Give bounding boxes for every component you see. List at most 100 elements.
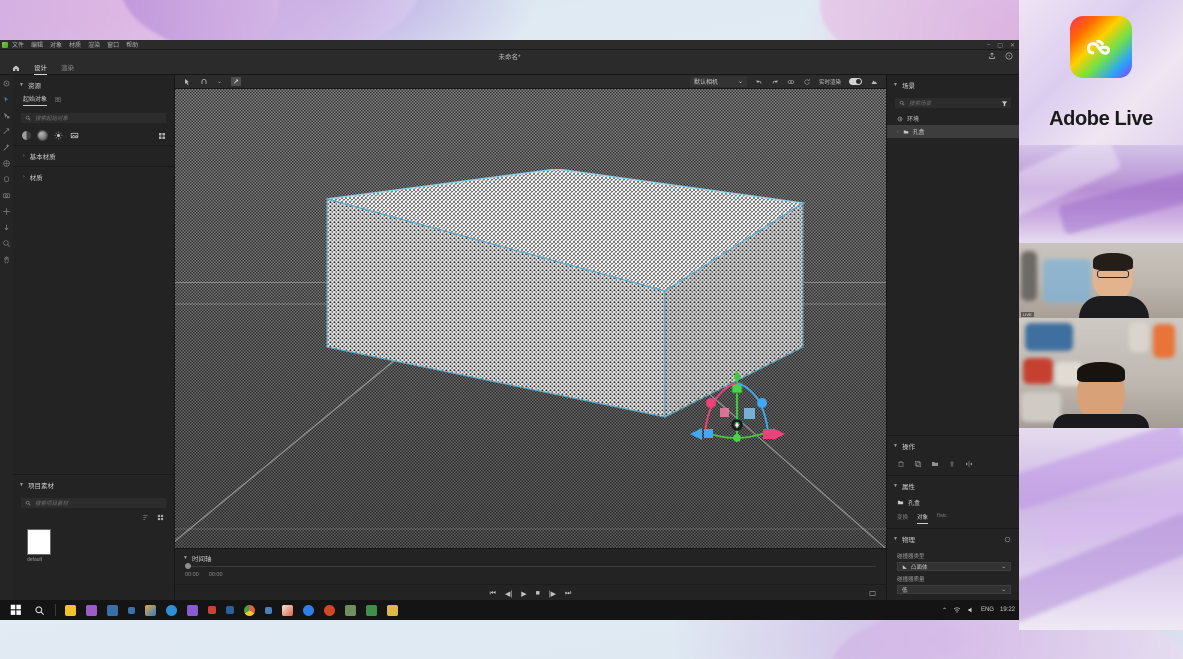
scale-tool-icon[interactable] (2, 127, 11, 136)
magnet-snap-icon[interactable] (200, 78, 208, 86)
taskbar-app-adobe-indesign[interactable] (282, 604, 293, 616)
align-icon[interactable] (948, 460, 956, 468)
cursor-select-icon[interactable] (183, 78, 191, 86)
undo-view-icon[interactable] (755, 78, 763, 86)
taskbar-app-file-explorer[interactable] (387, 604, 398, 616)
tab-design[interactable]: 设计 (34, 62, 47, 75)
taskbar-app-powerpoint[interactable] (324, 604, 335, 616)
taskbar-app-after-effects[interactable] (208, 606, 216, 614)
property-object-name-row[interactable]: 孔盒 (887, 495, 1019, 511)
chevron-down-icon[interactable]: ⌄ (217, 78, 222, 85)
close-button[interactable]: ✕ (1010, 42, 1015, 49)
play-icon[interactable]: ▶ (521, 590, 526, 598)
skip-to-start-icon[interactable]: ⏮ (490, 590, 496, 598)
timeline-track[interactable] (185, 563, 876, 569)
sort-icon[interactable] (142, 514, 149, 521)
taskbar-app-explorer-pinned[interactable] (128, 606, 135, 614)
drop-icon[interactable] (2, 223, 11, 232)
skip-to-end-icon[interactable]: ⏭ (565, 590, 571, 598)
image-icon[interactable] (70, 131, 79, 140)
taskbar-app-sticky-notes[interactable] (65, 604, 76, 616)
taskbar-app-microsoft-edge[interactable] (166, 604, 177, 616)
project-assets-header[interactable]: ▼ 项目素材 (13, 475, 174, 494)
taskbar-app-zoom-meeting[interactable] (303, 604, 314, 616)
environment-light-icon[interactable] (2, 175, 11, 184)
subtab-starter-assets[interactable]: 起始对象 (23, 94, 48, 106)
group-icon[interactable] (931, 460, 939, 468)
scene-item-box[interactable]: › 孔盒 (887, 125, 1019, 138)
resources-section-header[interactable]: ▼ 资源 (13, 75, 174, 94)
taskbar-app-settings[interactable] (265, 606, 272, 614)
select-tool-icon[interactable] (2, 79, 11, 88)
menu-item-object[interactable]: 对象 (50, 40, 62, 49)
home-icon[interactable] (12, 64, 20, 72)
show-hidden-icons[interactable]: ⌃ (942, 607, 947, 614)
taskbar-app-adobe-dimension[interactable] (366, 604, 377, 616)
menu-item-window[interactable]: 窗口 (107, 40, 119, 49)
actions-header[interactable]: ▼ 操作 (887, 436, 1019, 455)
volume-icon[interactable] (967, 606, 975, 614)
taskbar-app-obs-studio[interactable] (145, 604, 156, 616)
collider-type-dropdown[interactable]: 凸面体 ⌄ (897, 562, 1011, 571)
viewport-3d[interactable] (175, 89, 886, 548)
transform-gizmo[interactable] (680, 366, 795, 446)
scene-search-box[interactable]: 搜索场景 (895, 98, 1011, 108)
reset-circle-icon[interactable] (1004, 536, 1011, 543)
reset-view-icon[interactable] (803, 78, 811, 86)
duplicate-icon[interactable] (914, 460, 922, 468)
physics-header[interactable]: ▼ 物理 (887, 529, 1019, 548)
chevron-right-icon[interactable]: › (897, 129, 899, 134)
material-sphere-icon[interactable] (37, 130, 48, 141)
zoom-icon[interactable] (2, 239, 11, 248)
grid-view-icon[interactable] (157, 514, 164, 521)
realtime-render-toggle[interactable] (849, 78, 862, 85)
filter-icon[interactable] (1001, 100, 1008, 107)
taskbar-app-premiere-rush[interactable] (107, 604, 118, 616)
place-object-icon[interactable] (2, 159, 11, 168)
scene-item-environment[interactable]: 环境 (887, 112, 1019, 125)
camera-select[interactable]: 默认相机 ⌄ (689, 76, 747, 87)
menu-item-material[interactable]: 材质 (69, 40, 81, 49)
menu-item-edit[interactable]: 编辑 (31, 40, 43, 49)
clock[interactable]: 19:22 (1000, 607, 1015, 613)
menu-item-file[interactable]: 文件 (12, 40, 24, 49)
mirror-icon[interactable] (965, 460, 973, 468)
grid-view-icon[interactable] (158, 132, 166, 140)
asset-search-box[interactable]: 搜索起始对象 (21, 113, 166, 123)
taskbar-app-adobe-substance[interactable] (187, 604, 198, 616)
subtab-images[interactable]: 图 (55, 95, 61, 106)
tab-physics[interactable]: físic (937, 513, 947, 524)
scene-section-header[interactable]: ▼ 场景 (887, 75, 1019, 94)
magic-wand-icon[interactable] (2, 143, 11, 152)
stop-icon[interactable]: ■ (536, 590, 540, 597)
tab-render[interactable]: 渲染 (61, 62, 74, 74)
menu-item-render[interactable]: 渲染 (88, 40, 100, 49)
collider-quality-dropdown[interactable]: 低 ⌄ (897, 585, 1011, 594)
language-indicator[interactable]: ENG (981, 607, 994, 613)
light-icon[interactable] (54, 131, 63, 140)
timeline-playhead[interactable] (185, 563, 191, 569)
material-swatch-default[interactable] (27, 529, 51, 555)
help-icon[interactable]: ? (1005, 52, 1013, 60)
render-settings-icon[interactable] (870, 78, 878, 86)
windows-start-icon[interactable] (10, 604, 22, 616)
tab-object[interactable]: 对象 (917, 513, 929, 524)
redo-view-icon[interactable] (771, 78, 779, 86)
category-basic-materials[interactable]: › 基本材质 (13, 146, 174, 166)
contrast-filter-icon[interactable] (22, 131, 31, 140)
project-assets-search[interactable]: 搜索项目素材 (21, 498, 166, 508)
taskbar-app-adobe-audition[interactable] (86, 604, 97, 616)
share-icon[interactable] (988, 52, 996, 60)
rotate-tool-icon[interactable] (2, 111, 11, 120)
category-materials[interactable]: › 材质 (13, 167, 174, 187)
step-back-icon[interactable]: ◀| (505, 590, 512, 598)
hand-icon[interactable] (2, 255, 11, 264)
step-forward-icon[interactable]: |▶ (549, 590, 556, 598)
taskbar-app-adobe-stager[interactable] (345, 604, 356, 616)
gizmo-toggle-icon[interactable] (231, 77, 242, 86)
taskbar-app-google-chrome[interactable] (244, 604, 255, 616)
taskbar-app-photoshop[interactable] (226, 606, 234, 614)
network-icon[interactable] (953, 606, 961, 614)
delete-icon[interactable] (897, 460, 905, 468)
tab-transform[interactable]: 变换 (897, 513, 908, 524)
